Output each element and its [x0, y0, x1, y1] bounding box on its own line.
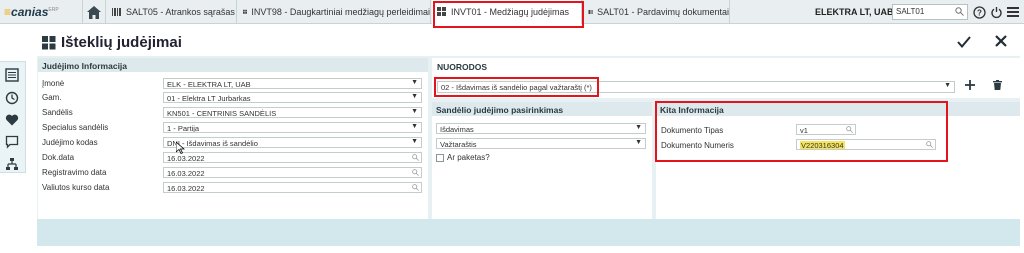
special-warehouse-select[interactable]: 1 - Partija ▼	[163, 122, 422, 133]
menu-button[interactable]	[1005, 4, 1021, 20]
plant-select[interactable]: 01 - Elektra LT Jurbarkas ▼	[163, 92, 422, 103]
select-value: Išdavimas	[440, 125, 474, 134]
chevron-down-icon: ▼	[635, 124, 642, 131]
plus-icon	[965, 80, 975, 90]
svg-text:?: ?	[977, 8, 982, 17]
add-button[interactable]	[965, 80, 975, 92]
panel-header: NUORODOS	[437, 62, 488, 72]
field-label: Registravimo data	[42, 168, 107, 177]
checkbox-label: Ar paketas?	[447, 153, 490, 162]
company-select[interactable]: ELK - ELEKTRA LT, UAB ▼	[163, 78, 422, 89]
warehouse-movement-panel: Sandėlio judėjimo pasirinkimas Išdavimas…	[432, 102, 652, 219]
page-title: Išteklių judėjimai	[42, 34, 182, 51]
boxes-icon	[243, 9, 247, 14]
boxes-icon	[42, 35, 56, 49]
tab-salt01[interactable]: SALT01 - Pardavimų dokumentai	[583, 0, 730, 24]
tab-label: SALT05 - Atrankos sąrašas	[126, 7, 235, 17]
trash-icon	[993, 80, 1002, 90]
highlight-reference	[434, 77, 599, 97]
company-name: ELEKTRA LT, UAB	[815, 7, 894, 17]
package-checkbox-row: Ar paketas?	[436, 153, 490, 162]
field-label: Valiutos kurso data	[42, 183, 110, 192]
field-label: Gam.	[42, 93, 62, 102]
comment-icon[interactable]	[5, 135, 19, 149]
company-code-input[interactable]: SALT01	[892, 4, 968, 20]
company-code-value: SALT01	[896, 7, 925, 16]
input-value: 16.03.2022	[167, 154, 205, 163]
chevron-down-icon: ▼	[944, 82, 951, 89]
delete-button[interactable]	[993, 80, 1002, 92]
select-value: 01 - Elektra LT Jurbarkas	[167, 94, 251, 103]
tab-label: SALT01 - Pardavimų dokumentai	[597, 7, 729, 17]
barcode-icon	[588, 9, 593, 15]
chevron-down-icon: ▼	[411, 93, 418, 100]
warehouse-select[interactable]: KN501 - CENTRINIS SANDĖLIS ▼	[163, 107, 422, 118]
select-value: KN501 - CENTRINIS SANDĖLIS	[167, 109, 277, 118]
home-button[interactable]	[82, 0, 106, 24]
close-icon	[995, 35, 1007, 47]
chevron-down-icon: ▼	[411, 108, 418, 115]
chevron-down-icon: ▼	[411, 138, 418, 145]
home-icon	[87, 5, 101, 19]
exchange-rate-date-input[interactable]: 16.03.2022	[163, 182, 422, 193]
chevron-down-icon: ▼	[411, 79, 418, 86]
movement-info-panel: Judėjimo Informacija Įmonė ELK - ELEKTRA…	[38, 58, 428, 219]
chevron-down-icon: ▼	[635, 139, 642, 146]
search-icon[interactable]	[412, 169, 419, 176]
movement-type-select[interactable]: Išdavimas ▼	[436, 123, 646, 134]
page-title-text: Išteklių judėjimai	[61, 34, 182, 51]
barcode-icon	[112, 8, 121, 16]
tab-invt98[interactable]: INVT98 - Daugkartiniai medžiagų perleidi…	[238, 0, 431, 24]
search-icon[interactable]	[955, 7, 964, 16]
tab-label: INVT98 - Daugkartiniai medžiagų perleidi…	[251, 7, 430, 17]
panel-header: Sandėlio judėjimo pasirinkimas	[432, 102, 652, 116]
search-icon[interactable]	[412, 154, 419, 161]
power-icon	[990, 6, 1002, 18]
select-value: 1 - Partija	[167, 124, 200, 133]
highlight-other-info	[655, 101, 948, 162]
tab-salt05[interactable]: SALT05 - Atrankos sąrašas	[107, 0, 237, 24]
side-rail	[0, 61, 26, 173]
select-value: ELK - ELEKTRA LT, UAB	[167, 80, 251, 89]
help-button[interactable]: ?	[971, 4, 987, 20]
field-label: Judėjimo kodas	[42, 138, 98, 147]
registration-date-input[interactable]: 16.03.2022	[163, 167, 422, 178]
confirm-button[interactable]	[956, 34, 972, 52]
highlight-active-tab	[433, 1, 584, 28]
field-label: Įmonė	[42, 79, 65, 88]
document-kind-select[interactable]: Važtaraštis ▼	[436, 138, 646, 149]
list-icon[interactable]	[5, 68, 19, 82]
heart-icon[interactable]	[5, 113, 19, 127]
field-label: Specialus sandėlis	[42, 123, 109, 132]
input-value: 16.03.2022	[167, 184, 205, 193]
package-checkbox[interactable]	[436, 153, 444, 162]
panel-header: Judėjimo Informacija	[38, 58, 428, 72]
select-value: Važtaraštis	[440, 140, 477, 149]
movement-code-select[interactable]: DNI - Išdavimas iš sandėlio ▼	[163, 137, 422, 148]
input-value: 16.03.2022	[167, 169, 205, 178]
history-icon[interactable]	[5, 91, 19, 105]
check-icon	[957, 36, 971, 49]
menu-icon	[1007, 7, 1019, 17]
help-icon: ?	[972, 5, 986, 19]
chevron-down-icon: ▼	[411, 123, 418, 130]
sitemap-icon[interactable]	[5, 157, 19, 171]
app-logo: ≡caniasERP	[4, 5, 59, 19]
mouse-cursor-icon	[176, 142, 185, 154]
bottom-bar	[37, 219, 1020, 246]
field-label: Sandėlis	[42, 108, 73, 117]
field-label: Dok.data	[42, 153, 75, 162]
power-button[interactable]	[988, 4, 1004, 20]
doc-date-input[interactable]: 16.03.2022	[163, 152, 422, 163]
close-button[interactable]	[994, 34, 1008, 50]
search-icon[interactable]	[412, 184, 419, 191]
